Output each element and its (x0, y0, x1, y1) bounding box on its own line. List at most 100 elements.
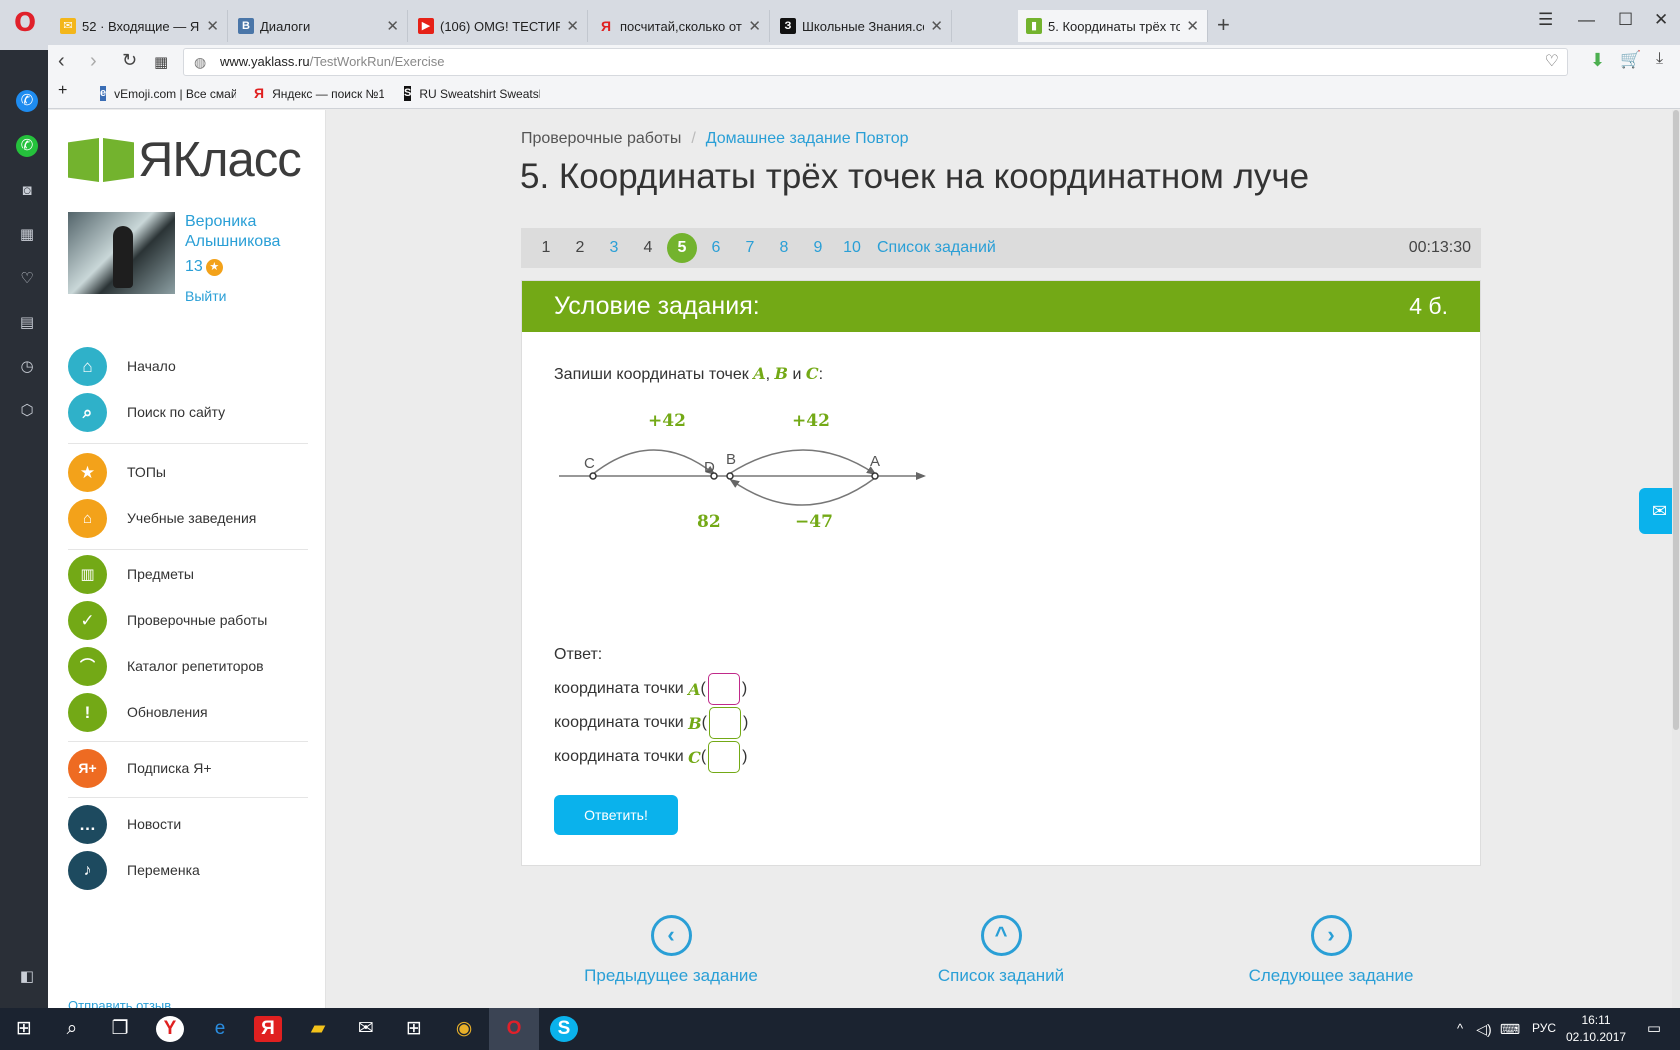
menu-item-subjects[interactable]: ▥ Предметы (68, 554, 194, 594)
task-number-3[interactable]: 3 (597, 239, 631, 257)
speed-dial-icon[interactable]: ▦ (16, 224, 38, 246)
bookmark-vemoji[interactable]: e vEmoji.com | Все смайлы (100, 86, 236, 101)
messenger-icon[interactable]: ✆ (16, 90, 38, 112)
menu-item-updates[interactable]: ! Обновления (68, 692, 208, 732)
answer-title: Ответ: (554, 646, 603, 663)
logout-link[interactable]: Выйти (185, 288, 226, 304)
file-explorer-icon[interactable]: ▰ (304, 1016, 332, 1042)
task-card: Условие задания: 4 б. Запиши координаты … (521, 280, 1481, 866)
task-view-icon[interactable]: ❐ (106, 1016, 134, 1042)
user-name-link[interactable]: Вероника Алышникова (185, 212, 315, 252)
breadcrumb-current[interactable]: Домашнее задание Повтор (706, 130, 909, 147)
yandex-icon[interactable]: Я (254, 1016, 282, 1042)
chevron-up-icon: ^ (980, 915, 1022, 956)
menu-item-home[interactable]: ⌂ Начало (68, 346, 176, 386)
next-task-link[interactable]: › Следующее задание (1231, 915, 1431, 986)
camera-icon[interactable]: ◙ (16, 180, 38, 202)
menu-item-schools[interactable]: ⌂ Учебные заведения (68, 498, 256, 538)
maximize-icon[interactable]: ☐ (1618, 10, 1633, 30)
tab-mail[interactable]: ✉ 52 · Входящие — Яндекс.Почта ✕ (52, 10, 228, 42)
prev-task-link[interactable]: ‹ Предыдущее задание (571, 915, 771, 986)
menu-item-search[interactable]: ⌕ Поиск по сайту (68, 392, 225, 432)
tab-close-icon[interactable]: ✕ (1186, 17, 1199, 35)
task-number-1[interactable]: 1 (529, 239, 563, 257)
back-icon[interactable]: ‹ (58, 50, 65, 73)
task-number-8[interactable]: 8 (767, 239, 801, 257)
system-clock[interactable]: 16:11 02.10.2017 (1566, 1012, 1626, 1046)
task-list-bottom-link[interactable]: ^ Список заданий (901, 915, 1101, 986)
url-input[interactable]: ◍ www.yaklass.ru/TestWorkRun/Exercise ♡ (183, 48, 1568, 76)
menu-item-tutors[interactable]: ⌒ Каталог репетиторов (68, 646, 264, 686)
answer-input-a[interactable] (707, 673, 740, 705)
tab-znanija[interactable]: З Школьные Знания.com - Зн ✕ (772, 10, 952, 42)
user-level[interactable]: 13 ★ (185, 258, 223, 276)
windows-start-icon[interactable]: ⊞ (10, 1016, 38, 1042)
page-scrollbar[interactable] (1672, 110, 1680, 1008)
opera-taskbar-icon[interactable]: O (500, 1016, 528, 1042)
breadcrumb-root[interactable]: Проверочные работы (521, 130, 681, 147)
heart-bookmark-icon[interactable]: ♡ (1545, 49, 1559, 75)
close-window-icon[interactable]: ✕ (1654, 10, 1668, 30)
news-icon[interactable]: ▤ (16, 312, 38, 334)
chrome-icon[interactable]: ◉ (450, 1016, 478, 1042)
skype-icon[interactable]: S (550, 1016, 578, 1042)
answer-input-b[interactable] (708, 707, 741, 739)
tab-title: (106) OMG! ТЕСТИРУЮ СЛАЙМЫ (440, 18, 560, 34)
forward-icon[interactable]: › (90, 50, 97, 73)
scrollbar-thumb[interactable] (1673, 110, 1679, 730)
label-bottom-left: 82 (697, 512, 721, 532)
task-list-link[interactable]: Список заданий (877, 239, 996, 257)
task-number-10[interactable]: 10 (835, 239, 869, 257)
task-number-6[interactable]: 6 (699, 239, 733, 257)
sidebar-toggle-icon[interactable]: ◧ (16, 966, 38, 988)
reload-icon[interactable]: ↻ (122, 50, 137, 71)
cart-icon[interactable]: 🛒 (1620, 50, 1641, 70)
history-clock-icon[interactable]: ◷ (16, 356, 38, 378)
whatsapp-icon[interactable]: ✆ (16, 135, 38, 157)
mail-app-icon[interactable]: ✉ (352, 1016, 380, 1042)
task-number-4[interactable]: 4 (631, 239, 665, 257)
search-icon[interactable]: ⌕ (58, 1016, 86, 1042)
opera-logo-icon[interactable]: O (14, 8, 42, 40)
tabs-grid-icon[interactable]: ▦ (154, 53, 168, 71)
menu-item-break[interactable]: ♪ Переменка (68, 850, 200, 890)
tab-menu-icon[interactable]: ☰ (1538, 10, 1553, 30)
menu-item-tests[interactable]: ✓ Проверочные работы (68, 600, 267, 640)
volume-icon[interactable]: ◁) (1470, 1016, 1498, 1042)
download-arrow-icon[interactable]: ⬇ (1590, 50, 1605, 71)
yandex-browser-icon[interactable]: Y (156, 1016, 184, 1042)
task-number-current[interactable]: 5 (667, 233, 697, 263)
tab-yandex-search[interactable]: Я посчитай,сколько отрезков ✕ (590, 10, 770, 42)
input-language[interactable]: РУС (1532, 1021, 1556, 1035)
task-number-9[interactable]: 9 (801, 239, 835, 257)
new-tab-button[interactable]: + (1217, 12, 1230, 38)
task-number-2[interactable]: 2 (563, 239, 597, 257)
tab-close-icon[interactable]: ✕ (386, 17, 399, 35)
tab-close-icon[interactable]: ✕ (566, 17, 579, 35)
avatar[interactable] (68, 212, 175, 294)
add-bookmark-icon[interactable]: + (58, 82, 67, 100)
tab-close-icon[interactable]: ✕ (206, 17, 219, 35)
menu-item-tops[interactable]: ★ ТОПы (68, 452, 166, 492)
menu-item-news[interactable]: … Новости (68, 804, 181, 844)
tab-dialogs[interactable]: В Диалоги ✕ (230, 10, 408, 42)
tab-youtube[interactable]: ▶ (106) OMG! ТЕСТИРУЮ СЛАЙМЫ ✕ (410, 10, 588, 42)
favorites-heart-icon[interactable]: ♡ (16, 268, 38, 290)
tab-close-icon[interactable]: ✕ (748, 17, 761, 35)
answer-input-c[interactable] (708, 741, 741, 773)
tab-close-icon[interactable]: ✕ (930, 17, 943, 35)
keyboard-icon[interactable]: ⌨ (1496, 1016, 1524, 1042)
edge-icon[interactable]: e (206, 1016, 234, 1042)
tab-yaklass-active[interactable]: ▮ 5. Координаты трёх точек на ✕ (1018, 10, 1208, 42)
extensions-cube-icon[interactable]: ⬡ (16, 400, 38, 422)
bookmark-sweatshirt[interactable]: S RU Sweatshirt Sweatsh (404, 86, 540, 101)
downloads-icon[interactable]: ⤓ (1656, 50, 1663, 68)
submit-answer-button[interactable]: Ответить! (554, 795, 678, 835)
menu-item-subscription[interactable]: Я+ Подписка Я+ (68, 748, 212, 788)
yaklass-logo[interactable]: ЯКласс (68, 132, 302, 188)
bookmark-yandex[interactable]: Я Яндекс — поиск №1 (254, 86, 384, 101)
task-number-7[interactable]: 7 (733, 239, 767, 257)
minimize-icon[interactable]: — (1578, 10, 1595, 30)
notifications-icon[interactable]: ▭ (1640, 1016, 1668, 1042)
store-icon[interactable]: ⊞ (400, 1016, 428, 1042)
